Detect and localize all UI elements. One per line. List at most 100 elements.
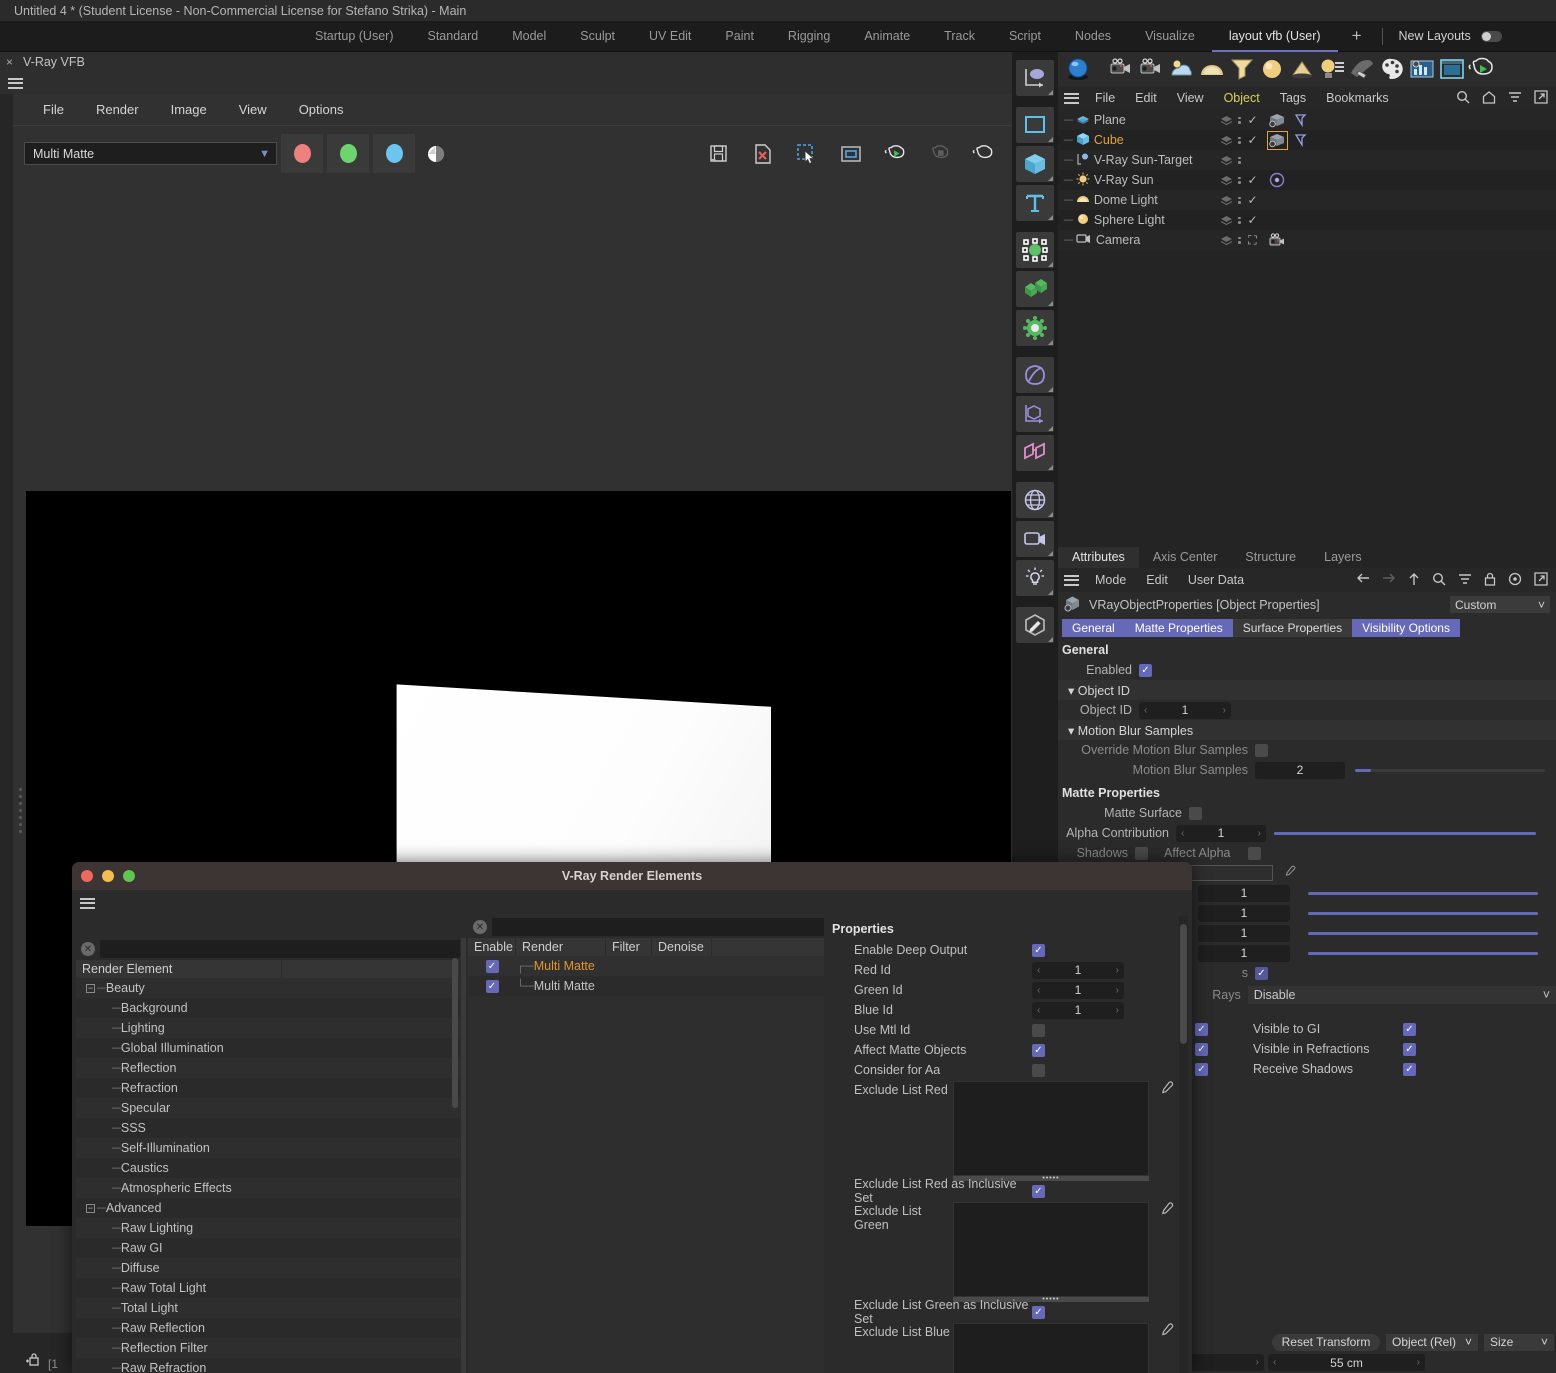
text-tool-icon[interactable] (1016, 185, 1054, 221)
blue-id-field[interactable]: ‹ 1 › (1032, 1001, 1124, 1019)
visibility-left-checkbox[interactable]: ✓ (1195, 1042, 1208, 1056)
region-select-icon[interactable] (796, 143, 818, 165)
visibility-dots[interactable] (1238, 236, 1241, 244)
coord-size-select[interactable]: Size ˅ (1484, 1333, 1554, 1351)
list-col-render element[interactable]: Render Element (516, 938, 606, 972)
object-row-plane[interactable]: ─ Plane ✓ (1058, 110, 1556, 130)
object-menu-tags[interactable]: Tags (1270, 91, 1316, 105)
tree-item-raw-lighting[interactable]: ─ Raw Lighting (76, 1218, 460, 1238)
attr-menu-mode[interactable]: Mode (1085, 573, 1136, 587)
visibility-dots[interactable] (1238, 196, 1241, 204)
prop-tab-visibility-options[interactable]: Visibility Options (1352, 619, 1460, 637)
camera-tag[interactable] (1268, 232, 1287, 248)
visibility-right-checkbox[interactable]: ✓ (1403, 1022, 1416, 1036)
prop-tab-surface-properties[interactable]: Surface Properties (1232, 619, 1353, 637)
array-tool-icon[interactable] (1016, 271, 1054, 307)
vray-object-properties-tag[interactable] (1268, 112, 1287, 129)
chevron-right-icon[interactable]: › (1116, 965, 1119, 976)
layout-tab-rigging[interactable]: Rigging (771, 21, 847, 52)
visibility-dots[interactable] (1238, 136, 1241, 144)
mograph-tool-icon[interactable] (1016, 435, 1054, 471)
layer-icon[interactable] (1220, 134, 1233, 147)
dialog-splitter[interactable] (461, 938, 466, 1373)
eyedropper-icon[interactable] (1159, 1323, 1174, 1341)
eyedropper-icon[interactable] (1159, 1202, 1174, 1220)
cube-tool-icon[interactable] (1016, 146, 1054, 182)
shadow-brightness-slider[interactable] (1308, 891, 1538, 895)
list-col-denoise[interactable]: Denoise (652, 938, 712, 956)
alpha-channel-button[interactable] (415, 134, 457, 173)
rectangle-tool-icon[interactable] (1016, 107, 1054, 143)
collapse-icon[interactable]: − (86, 1203, 95, 1213)
enable-checkbox[interactable]: ✓ (485, 959, 499, 973)
render-start-icon[interactable] (884, 143, 906, 165)
object-visibility-controls[interactable]: ✓ (1220, 173, 1260, 187)
filter-icon[interactable] (1458, 572, 1472, 589)
tree-item-global-illumination[interactable]: ─ Global Illumination (76, 1038, 460, 1058)
vfb-tab-label[interactable]: V-Ray VFB (23, 55, 85, 69)
tree-item-reflection[interactable]: ─ Reflection (76, 1058, 460, 1078)
matte-extra-field[interactable]: 1 (1198, 924, 1290, 942)
object-menu-edit[interactable]: Edit (1125, 91, 1167, 105)
visible-check-icon[interactable]: ✓ (1246, 173, 1260, 187)
mb-samples-field[interactable]: 2 (1255, 761, 1345, 779)
vfb-menu-file[interactable]: File (27, 102, 80, 117)
light-tool-icon[interactable] (1016, 560, 1054, 596)
target-icon[interactable] (1508, 572, 1522, 589)
visibility-dots[interactable] (1238, 216, 1241, 224)
camera-frame-icon[interactable]: ⛶ (1246, 233, 1260, 248)
matte-extra-field[interactable]: 1 (1198, 904, 1290, 922)
save-vrimg-icon[interactable] (752, 143, 774, 165)
coord-size-field[interactable]: ‹ 55 cm › (1268, 1354, 1425, 1371)
tree-item-advanced[interactable]: − ─ Advanced (76, 1198, 460, 1218)
visibility-right-checkbox[interactable]: ✓ (1403, 1042, 1416, 1056)
chevron-left-icon[interactable]: ‹ (1181, 828, 1184, 839)
lock-icon[interactable] (24, 1352, 40, 1371)
list-col-filter[interactable]: Filter (606, 938, 652, 956)
vray-vfb-icon[interactable] (1408, 55, 1436, 83)
tree-item-lighting[interactable]: ─ Lighting (76, 1018, 460, 1038)
vray-dome-icon[interactable] (1168, 55, 1196, 83)
attr-tab-structure[interactable]: Structure (1231, 547, 1310, 568)
enabled-checkbox[interactable]: ✓ (1139, 663, 1152, 677)
vray-camera-icon[interactable] (1108, 55, 1136, 83)
vray-object-properties-tag[interactable] (1266, 130, 1288, 150)
layout-tab-sculpt[interactable]: Sculpt (563, 21, 632, 52)
object-visibility-controls[interactable] (1220, 154, 1260, 167)
rays-select[interactable]: Disable ˅ (1247, 986, 1556, 1004)
layout-tab-script[interactable]: Script (992, 21, 1058, 52)
object-manager-list[interactable]: ─ Plane ✓ ─ Cube ✓ ─ V-Ray Sun-Target ─ V-Ray Sun… (1058, 110, 1556, 546)
search-icon[interactable] (1432, 572, 1446, 589)
vray-render-elements-icon[interactable] (1378, 55, 1406, 83)
layout-tab-model[interactable]: Model (495, 21, 563, 52)
search-icon[interactable] (1456, 90, 1470, 107)
layout-tab-paint[interactable]: Paint (708, 21, 771, 52)
vfb-menu-options[interactable]: Options (283, 102, 360, 117)
matte-extra-slider[interactable] (1308, 951, 1538, 955)
vray-sphere-light-icon[interactable] (1228, 55, 1256, 83)
list-col-enable[interactable]: Enable (468, 938, 516, 956)
chevron-right-icon[interactable]: › (1116, 1005, 1119, 1016)
exclude-list-green-as-inclusive-set-checkbox[interactable]: ✓ (1032, 1305, 1045, 1319)
eyedropper-icon[interactable] (1159, 1081, 1174, 1099)
visible-check-icon[interactable]: ✓ (1246, 113, 1260, 127)
tree-item-beauty[interactable]: − ─ Beauty (76, 978, 460, 998)
chevron-left-icon[interactable]: ‹ (1037, 965, 1040, 976)
list-search-input[interactable] (492, 918, 824, 936)
attr-tab-attributes[interactable]: Attributes (1058, 547, 1139, 568)
motion-blur-group[interactable]: ▾ Motion Blur Samples (1058, 720, 1556, 740)
alpha-contribution-field[interactable]: ‹ 1 › (1176, 824, 1266, 842)
coord-mode-select[interactable]: Object (Rel) ˅ (1386, 1333, 1478, 1351)
chevron-right-icon[interactable]: › (1223, 705, 1226, 716)
clear-search-icon[interactable]: ✕ (81, 942, 95, 956)
enable-deep-output-checkbox[interactable]: ✓ (1032, 943, 1045, 957)
tree-item-specular[interactable]: ─ Specular (76, 1098, 460, 1118)
red-channel-button[interactable] (281, 134, 323, 173)
tree-item-caustics[interactable]: ─ Caustics (76, 1158, 460, 1178)
vfb-menu-view[interactable]: View (223, 102, 283, 117)
render-last-icon[interactable] (972, 143, 994, 165)
layout-tab-layout-vfb-user[interactable]: layout vfb (User) (1211, 21, 1338, 52)
reset-transform-button[interactable]: Reset Transform (1272, 1333, 1380, 1351)
vray-ies-icon[interactable] (1198, 55, 1226, 83)
object-id-group[interactable]: ▾ Object ID (1058, 680, 1556, 700)
